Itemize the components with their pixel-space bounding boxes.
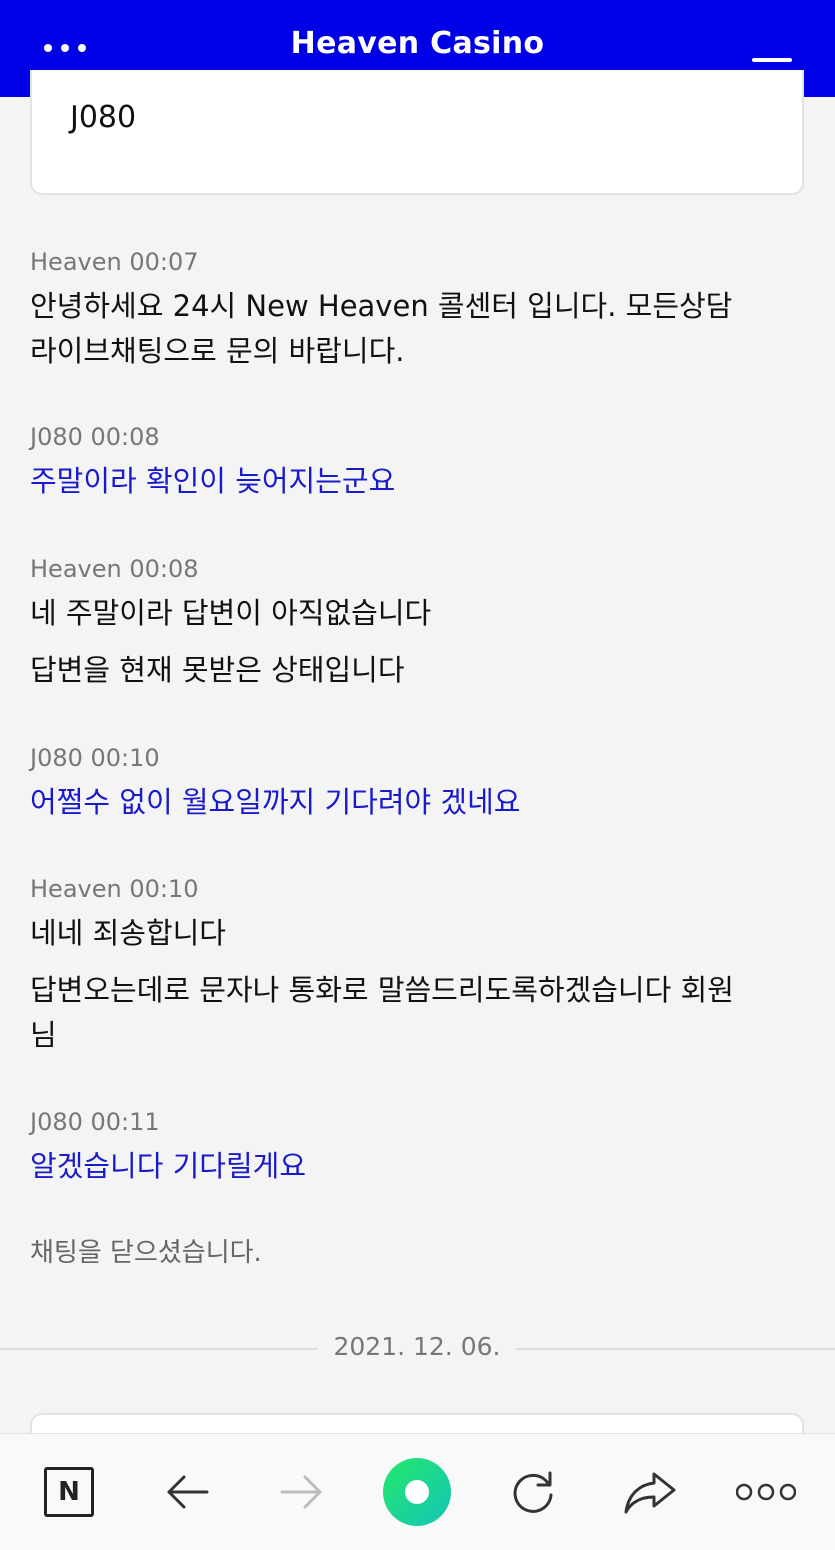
message-user: J080 00:10 어쩔수 없이 월요일까지 기다려야 겠네요 [30,744,795,825]
message-text: 답변오는데로 문자나 통화로 말씀드리도록하겠습니다 회원 [30,973,734,1007]
message-meta: Heaven 00:08 [30,555,199,583]
minimize-icon[interactable] [752,58,792,62]
message-user: J080 00:08 주말이라 확인이 늦어지는군요 [30,423,795,504]
user-name: J080 [70,100,137,135]
message-user: J080 00:11 알겠습니다 기다릴게요 [30,1108,795,1189]
naver-home-button[interactable]: N [19,1434,119,1550]
reload-icon [513,1471,553,1513]
back-button[interactable] [137,1434,237,1550]
more-button[interactable] [716,1434,816,1550]
user-info-card: J080 [30,70,804,195]
share-icon [624,1472,676,1514]
more-dots-icon [736,1483,796,1501]
browser-bottom-bar: N [0,1433,835,1550]
green-dot-button[interactable] [367,1434,467,1550]
message-text: 어쩔수 없이 월요일까지 기다려야 겠네요 [30,785,521,819]
message-text: 님 [30,1018,57,1052]
message-meta: J080 00:11 [30,1108,160,1136]
page-title: Heaven Casino [290,26,545,61]
message-text: 안녕하세요 24시 New Heaven 콜센터 입니다. 모든상담 [30,289,733,323]
share-button[interactable] [600,1434,700,1550]
chat-closed-notice: 채팅을 닫으셨습니다. [30,1238,262,1268]
message-text: 라이브채팅으로 문의 바랍니다. [30,334,405,368]
message-text: 네 주말이라 답변이 아직없습니다 [30,596,432,630]
forward-button[interactable] [252,1434,352,1550]
arrow-left-icon [167,1475,209,1509]
message-meta: J080 00:08 [30,423,160,451]
divider-date: 2021. 12. 06. [333,1332,501,1361]
message-text: 답변을 현재 못받은 상태입니다 [30,653,405,687]
divider-line [0,1348,318,1350]
n-logo-icon: N [44,1467,94,1517]
reload-button[interactable] [483,1434,583,1550]
arrow-right-icon [280,1475,322,1509]
message-meta: J080 00:10 [30,744,160,772]
message-text: 네네 죄송합니다 [30,916,226,950]
message-meta: Heaven 00:07 [30,248,199,276]
message-text: 주말이라 확인이 늦어지는군요 [30,464,396,498]
message-meta: Heaven 00:10 [30,875,199,903]
message-text: 알겠습니다 기다릴게요 [30,1149,307,1183]
green-circle-icon [383,1458,451,1526]
divider-line [516,1348,835,1350]
message-agent: Heaven 00:08 네 주말이라 답변이 아직없습니다 답변을 현재 못받… [30,555,795,693]
date-divider: 2021. 12. 06. [0,1330,835,1366]
message-agent: Heaven 00:07 안녕하세요 24시 New Heaven 콜센터 입니… [30,248,795,374]
message-agent: Heaven 00:10 네네 죄송합니다 답변오는데로 문자나 통화로 말씀드… [30,875,795,1058]
